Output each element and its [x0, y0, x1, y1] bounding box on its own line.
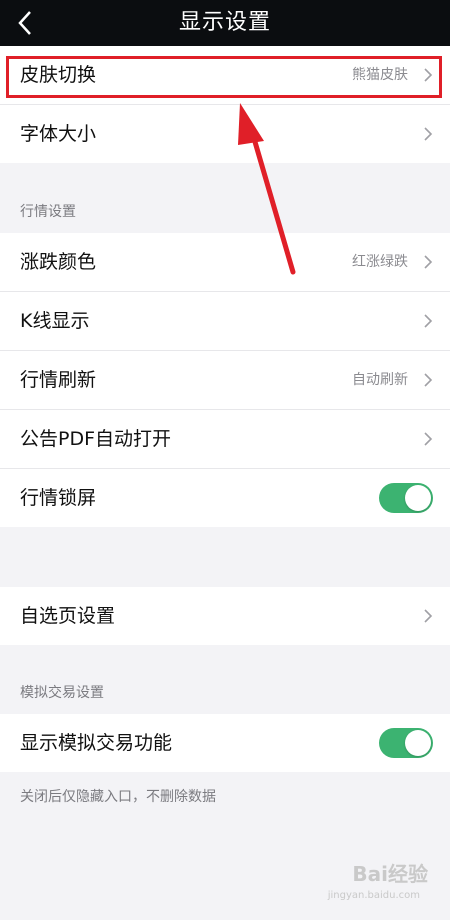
watermark-logo: Bai经验 [352, 862, 428, 886]
watermark-url: jingyan.baidu.com [327, 890, 420, 901]
annotation-arrow-icon [238, 103, 296, 275]
